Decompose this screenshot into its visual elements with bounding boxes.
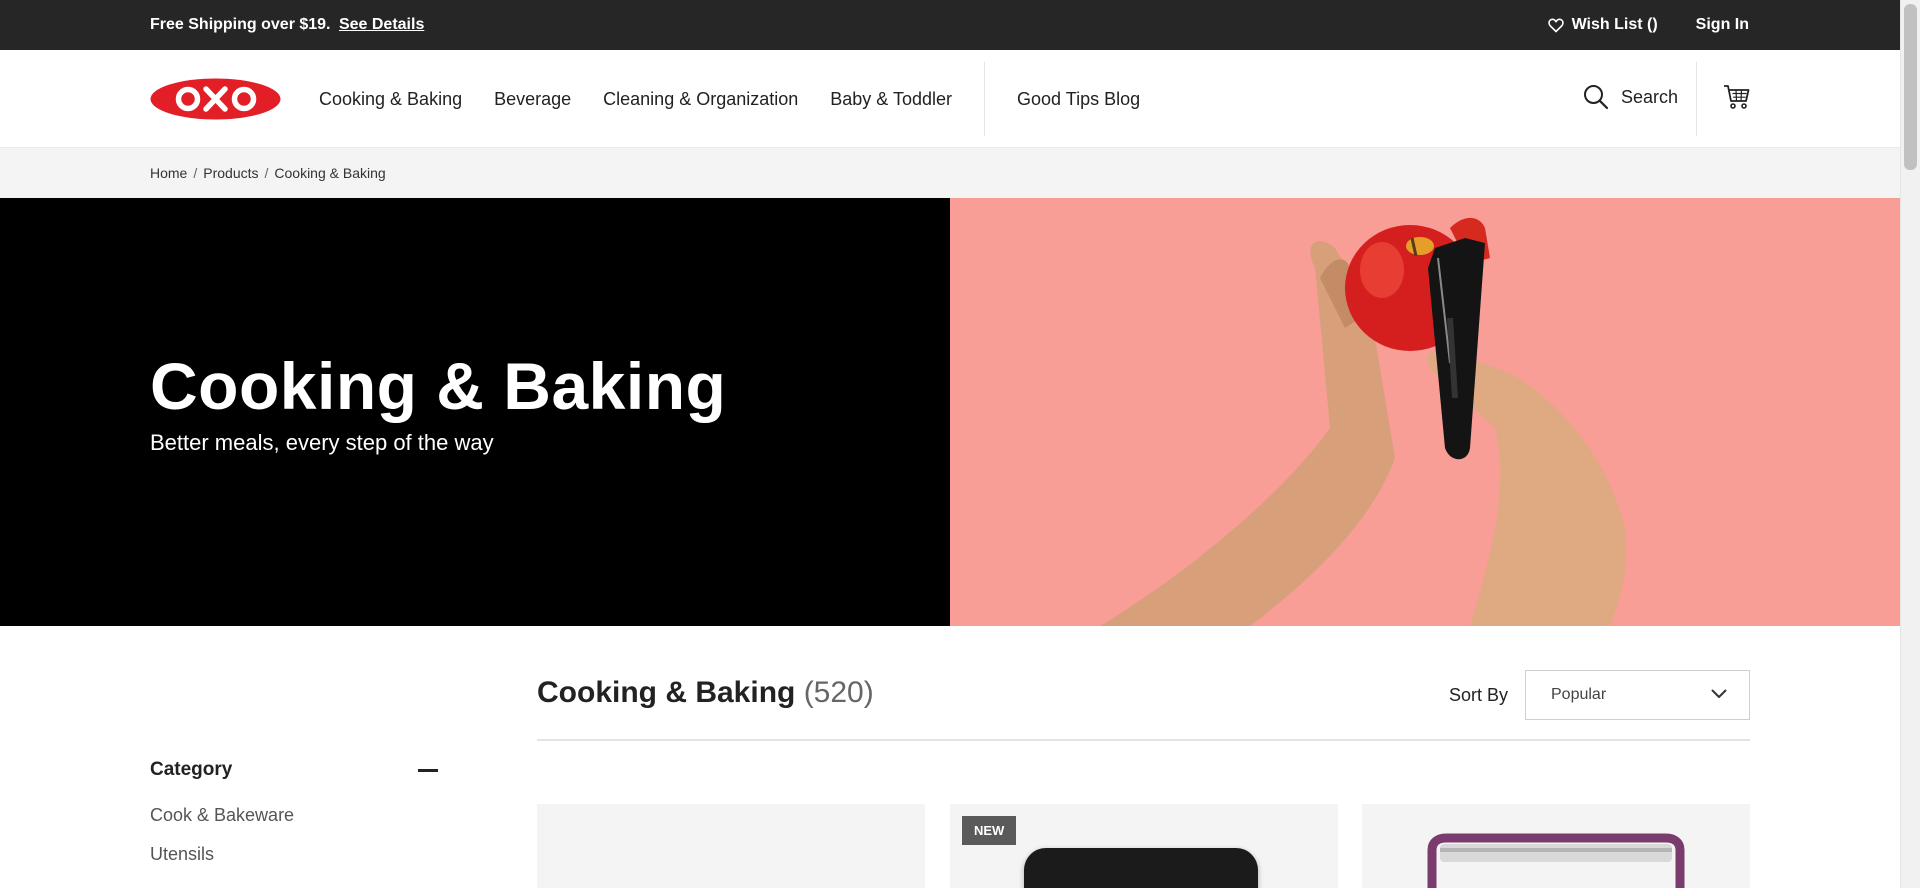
promo-bar: Free Shipping over $19. See Details Wish… <box>0 0 1900 50</box>
nav-item-baby-toddler[interactable]: Baby & Toddler <box>830 89 952 110</box>
sign-in-link[interactable]: Sign In <box>1696 16 1749 34</box>
wishlist-label: Wish List () <box>1571 16 1658 33</box>
cart-button[interactable] <box>1723 84 1750 115</box>
nav-item-beverage[interactable]: Beverage <box>494 89 571 110</box>
category-item-utensils[interactable]: Utensils <box>150 844 294 883</box>
page-scrollbar[interactable] <box>1900 0 1920 888</box>
breadcrumb-bar: Home / Products / Cooking & Baking <box>0 148 1900 198</box>
product-image <box>1024 848 1258 888</box>
nav-item-good-tips-blog[interactable]: Good Tips Blog <box>1017 89 1140 110</box>
listing-count: (520) <box>803 676 874 709</box>
apple-peeler-illustration <box>1100 217 1627 626</box>
sort-label: Sort By <box>1449 685 1509 705</box>
listing-title: Cooking & Baking (520) <box>537 676 874 710</box>
breadcrumb-separator: / <box>264 165 269 181</box>
site-header: Cooking & Baking Beverage Cleaning & Org… <box>0 50 1900 148</box>
breadcrumb-home[interactable]: Home <box>150 165 187 181</box>
listing-divider <box>537 739 1750 741</box>
heart-icon <box>1547 17 1564 33</box>
product-card[interactable] <box>1362 804 1750 888</box>
category-heading: Category <box>150 759 233 780</box>
chevron-down-icon <box>1711 689 1727 698</box>
new-badge: NEW <box>962 816 1017 845</box>
hero-image <box>950 198 1900 626</box>
breadcrumb-products[interactable]: Products <box>203 165 258 181</box>
search-button[interactable]: Search <box>1583 84 1678 110</box>
category-list: Cook & Bakeware Utensils <box>150 805 294 883</box>
account-links: Wish List () Sign In <box>1547 16 1749 34</box>
category-item-cook-bakeware[interactable]: Cook & Bakeware <box>150 805 294 844</box>
oxo-logo[interactable] <box>150 78 281 120</box>
product-card[interactable] <box>537 804 925 888</box>
nav-divider <box>984 62 986 136</box>
see-details-link[interactable]: See Details <box>339 16 424 33</box>
breadcrumb: Home / Products / Cooking & Baking <box>150 165 386 181</box>
hero-title: Cooking & Baking <box>150 349 727 423</box>
breadcrumb-current[interactable]: Cooking & Baking <box>274 165 385 181</box>
nav-item-cleaning-organization[interactable]: Cleaning & Organization <box>603 89 798 110</box>
sort-value: Popular <box>1551 686 1607 703</box>
product-card[interactable]: NEW <box>950 804 1338 888</box>
hero-subtitle: Better meals, every step of the way <box>150 430 494 455</box>
listing-title-text: Cooking & Baking <box>537 676 796 709</box>
breadcrumb-separator: / <box>193 165 198 181</box>
scrollbar-thumb[interactable] <box>1904 4 1917 170</box>
product-image <box>1427 833 1685 888</box>
header-divider <box>1696 62 1697 136</box>
promo-text: Free Shipping over $19. <box>150 16 331 33</box>
promo-message: Free Shipping over $19. See Details <box>150 16 424 34</box>
collapse-icon[interactable] <box>418 769 438 772</box>
sort-dropdown[interactable]: Popular <box>1525 670 1750 720</box>
search-label: Search <box>1621 86 1679 107</box>
cart-icon <box>1724 85 1750 109</box>
main-nav: Cooking & Baking Beverage Cleaning & Org… <box>319 50 1172 148</box>
nav-item-cooking-baking[interactable]: Cooking & Baking <box>319 89 462 110</box>
category-filter-header[interactable]: Category <box>150 759 438 783</box>
hero-text-panel: Cooking & Baking Better meals, every ste… <box>0 198 950 626</box>
wishlist-link[interactable]: Wish List () <box>1547 16 1658 34</box>
search-icon <box>1584 85 1609 110</box>
